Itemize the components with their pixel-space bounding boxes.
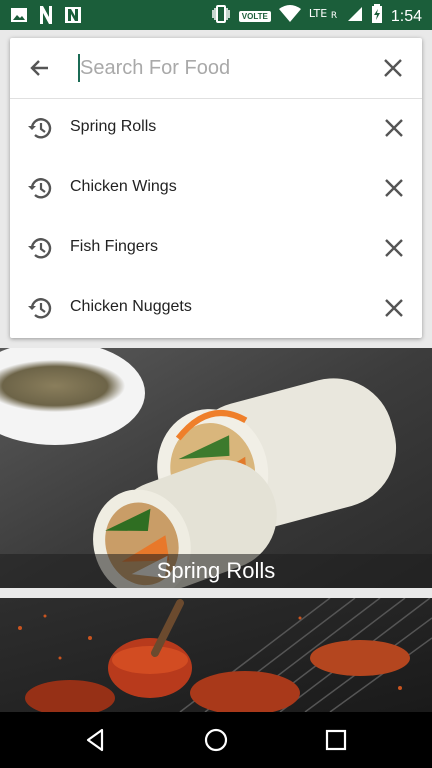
wifi-icon <box>278 5 301 28</box>
text-cursor <box>78 54 80 82</box>
clear-search-button[interactable] <box>380 55 406 81</box>
history-item-label: Chicken Wings <box>70 178 177 195</box>
nav-home-button[interactable] <box>202 726 230 754</box>
remove-history-button[interactable] <box>382 116 406 140</box>
history-item[interactable]: Spring Rolls <box>10 98 422 158</box>
food-card[interactable] <box>0 598 432 712</box>
n-icon <box>38 5 54 30</box>
signal-icon <box>347 6 363 27</box>
food-card[interactable]: Spring Rolls <box>0 348 432 588</box>
history-icon <box>28 298 52 319</box>
history-icon <box>28 238 52 259</box>
arrow-left-icon <box>30 60 48 76</box>
close-icon <box>384 59 402 77</box>
search-input[interactable] <box>78 52 370 84</box>
history-item[interactable]: Chicken Wings <box>10 158 422 218</box>
image-icon <box>10 6 28 29</box>
circle-home-icon <box>204 728 228 752</box>
notification-icons <box>10 5 82 30</box>
nav-recents-button[interactable] <box>322 726 350 754</box>
battery-icon <box>371 4 383 29</box>
remove-history-button[interactable] <box>382 176 406 200</box>
status-bar: VOLTE LTE R 1:54 <box>0 0 432 30</box>
network-type: LTE <box>308 6 328 20</box>
roaming-indicator: R <box>330 10 338 21</box>
history-item[interactable]: Fish Fingers <box>10 218 422 278</box>
n-icon <box>64 6 82 29</box>
history-item[interactable]: Chicken Nuggets <box>10 278 422 338</box>
history-item-label: Chicken Nuggets <box>70 298 192 315</box>
square-recents-icon <box>325 729 347 751</box>
remove-history-button[interactable] <box>382 296 406 320</box>
clock: 1:54 <box>390 7 422 25</box>
system-icons: VOLTE LTE R 1:54 <box>211 4 422 29</box>
food-image <box>0 348 432 588</box>
back-button[interactable] <box>26 54 54 82</box>
history-item-label: Fish Fingers <box>70 238 159 255</box>
triangle-back-icon <box>86 728 104 752</box>
history-icon <box>28 178 52 199</box>
search-history-list: Spring Rolls Chicken Wings Fish Fingers <box>10 98 422 338</box>
search-bar <box>10 38 422 99</box>
volte-badge: VOLTE <box>238 11 271 22</box>
history-icon <box>28 118 52 139</box>
history-item-label: Spring Rolls <box>70 118 157 135</box>
remove-history-button[interactable] <box>382 236 406 260</box>
search-panel: Spring Rolls Chicken Wings Fish Fingers <box>10 38 422 338</box>
vibrate-icon <box>211 5 231 28</box>
navigation-bar <box>0 712 432 768</box>
food-image <box>0 598 432 712</box>
nav-back-button[interactable] <box>82 726 110 754</box>
food-card-title: Spring Rolls <box>0 554 432 588</box>
